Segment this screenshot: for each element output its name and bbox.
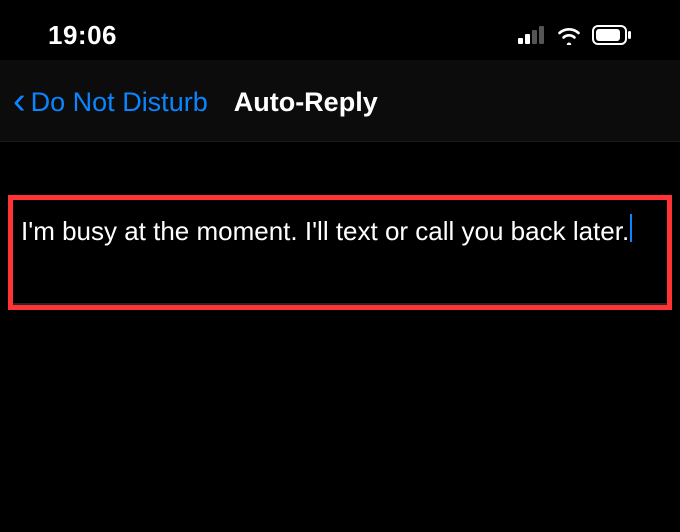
status-time: 19:06 [48,20,117,51]
page-title: Auto-Reply [234,87,378,118]
annotation-highlight: I'm busy at the moment. I'll text or cal… [8,195,672,310]
auto-reply-text-input[interactable]: I'm busy at the moment. I'll text or cal… [13,200,667,305]
auto-reply-text-value: I'm busy at the moment. I'll text or cal… [21,216,629,246]
text-caret [630,214,632,242]
wifi-icon [556,25,582,45]
battery-icon [592,25,632,45]
status-icons [518,25,632,45]
back-button[interactable]: ‹ Do Not Disturb [13,86,208,120]
chevron-left-icon: ‹ [13,82,26,120]
content-area: I'm busy at the moment. I'll text or cal… [0,142,680,310]
cellular-signal-icon [518,26,546,44]
navigation-bar: ‹ Do Not Disturb Auto-Reply [0,60,680,142]
back-button-label: Do Not Disturb [31,87,208,118]
status-bar: 19:06 [0,0,680,60]
